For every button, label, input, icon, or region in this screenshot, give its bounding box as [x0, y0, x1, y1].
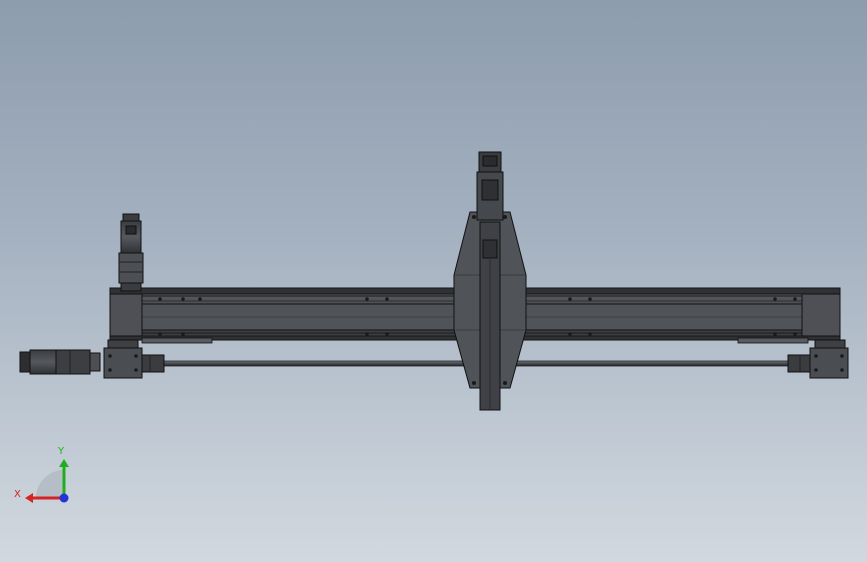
coordinate-triad: Y X: [14, 446, 69, 503]
horizontal-servo-motor: [19, 349, 101, 375]
cad-viewport[interactable]: Y X: [0, 0, 867, 562]
x-arrowhead: [25, 493, 33, 503]
left-bearing-block: [103, 339, 165, 379]
right-bearing-block: [787, 339, 849, 379]
carriage-assembly: [453, 151, 527, 411]
y-arrowhead: [59, 459, 69, 467]
gantry-assembly-drawing: Y X: [14, 151, 849, 503]
y-axis-label: Y: [57, 446, 65, 457]
z-axis-dot: [59, 493, 69, 503]
x-axis-label: X: [14, 489, 21, 500]
vertical-servo-motor: [118, 213, 144, 292]
